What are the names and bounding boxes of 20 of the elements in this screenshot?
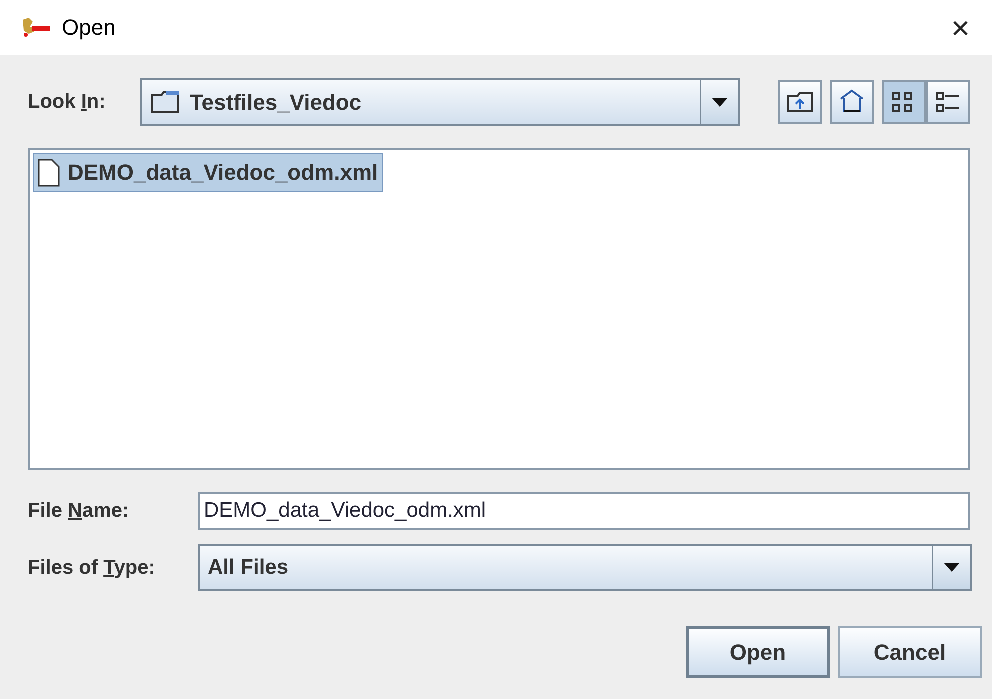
file-name-field[interactable]: DEMO_data_Viedoc_odm.xml	[198, 492, 970, 530]
app-icon	[20, 16, 52, 38]
toolbar-button[interactable]	[830, 80, 874, 124]
toolbar-button[interactable]	[778, 80, 822, 124]
file-name-label: File Name:	[28, 499, 130, 524]
view-toggle[interactable]	[926, 80, 970, 124]
file-item[interactable]: DEMO_data_Viedoc_odm.xml	[33, 153, 384, 192]
file-type-dropdown[interactable]: All Files	[198, 544, 972, 591]
folder-icon	[150, 90, 182, 114]
view-toggle[interactable]	[882, 80, 926, 124]
dialog-button[interactable]: Open	[686, 626, 830, 678]
file-icon	[38, 158, 60, 186]
close-button[interactable]: ×	[947, 12, 974, 44]
dropdown-arrow-icon	[944, 563, 960, 572]
dialog-button[interactable]: Cancel	[838, 626, 982, 678]
files-of-type-label: Files of Type:	[28, 556, 156, 580]
dropdown-arrow-icon	[712, 98, 728, 106]
look-in-dropdown[interactable]: Testfiles_Viedoc	[140, 78, 740, 126]
look-in-label: Look In:	[28, 90, 107, 115]
window-title: Open	[62, 14, 116, 42]
